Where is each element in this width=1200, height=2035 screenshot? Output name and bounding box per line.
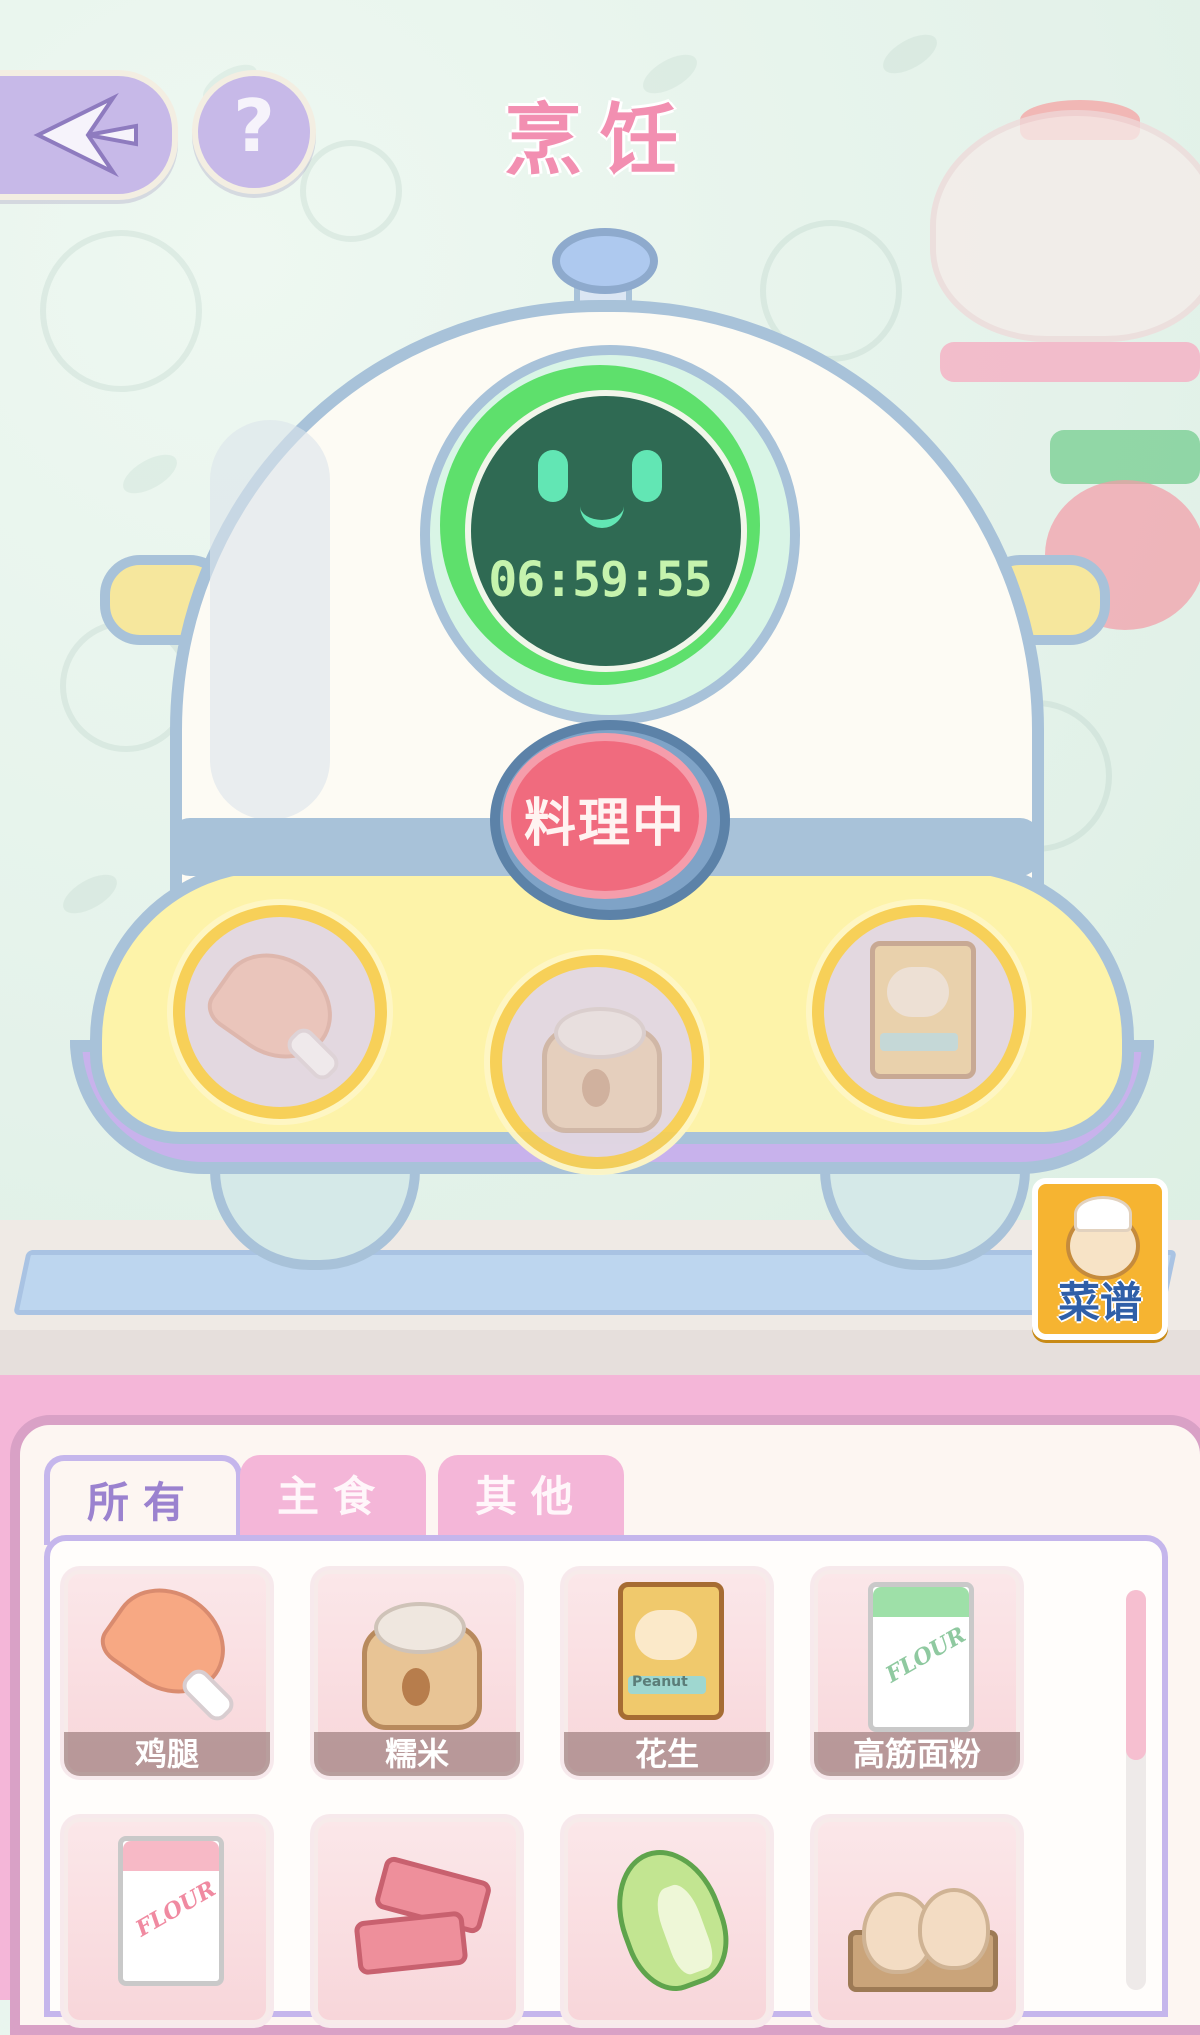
recipe-book-label: 菜谱 [1057,1278,1142,1327]
cooking-status-label: 料理中 [523,794,686,854]
teapot-decor [930,110,1200,342]
ingredient-card[interactable]: 糯米 [314,1570,520,1776]
face-eye-icon [632,450,662,502]
chef-hat-icon [1074,1196,1132,1232]
cooker-lid-knob [552,228,658,294]
pork-belly-icon [350,1854,494,1998]
back-button[interactable] [0,70,178,200]
ingredient-card[interactable] [564,1818,770,2024]
counter-edge [0,1330,1200,1380]
flour-bag-pink-icon: FLOUR [104,1832,234,2002]
ingredient-slot-3[interactable] [812,905,1026,1119]
tab-staple-food[interactable]: 主食 [240,1455,426,1539]
ingredient-card[interactable]: FLOUR [64,1818,270,2024]
peanut-bag-icon: Peanut [614,1578,744,1728]
help-button[interactable]: ? [192,70,316,194]
cooking-status-button[interactable]: 料理中 [503,733,707,899]
back-arrow-icon [33,92,138,178]
egg-tray-icon [842,1868,1002,2008]
recipe-book-button[interactable]: 菜谱 [1032,1178,1168,1340]
peanut-package-text: Peanut [632,1674,688,1690]
flour-bag-green-icon: FLOUR [864,1578,994,1732]
ingredient-card[interactable] [814,1818,1020,2024]
rice-sack-icon [354,1588,484,1730]
tab-other[interactable]: 其他 [438,1455,624,1539]
ingredient-name: 高筋面粉 [814,1732,1020,1776]
leaf-pattern [57,866,123,922]
leaf-pattern [877,26,943,82]
counter-mat [13,1250,1177,1315]
cabbage-icon [598,1834,744,2004]
drumstick-icon [199,932,353,1085]
face-eye-icon [538,450,568,502]
ingredient-card[interactable]: 鸡腿 [64,1570,270,1776]
cooking-timer: 06:59:55 [488,552,712,608]
ingredient-name: 花生 [564,1732,770,1776]
cooker-highlight [210,420,330,820]
leaf-pattern [117,446,183,502]
rose-pattern [300,140,402,242]
rose-pattern [40,230,202,392]
ingredient-name: 鸡腿 [64,1732,270,1776]
tab-all[interactable]: 所有 [44,1455,242,1545]
ingredient-scrollbar-thumb[interactable] [1126,1590,1146,1760]
ingredient-card[interactable]: FLOUR 高筋面粉 [814,1570,1020,1776]
drumstick-icon [92,1570,246,1726]
page-title: 烹饪 [503,96,696,186]
rice-sack-icon [532,997,662,1133]
ingredient-slot-2[interactable] [490,955,704,1169]
shelf-decor [1050,430,1200,484]
ingredient-card[interactable] [314,1818,520,2024]
ingredient-slot-1[interactable] [173,905,387,1119]
help-icon: ? [233,84,275,168]
timer-screen [465,390,747,672]
shelf-decor [940,342,1200,382]
ingredient-card[interactable]: Peanut 花生 [564,1570,770,1776]
peanut-bag-icon [854,937,984,1087]
ingredient-name: 糯米 [314,1732,520,1776]
